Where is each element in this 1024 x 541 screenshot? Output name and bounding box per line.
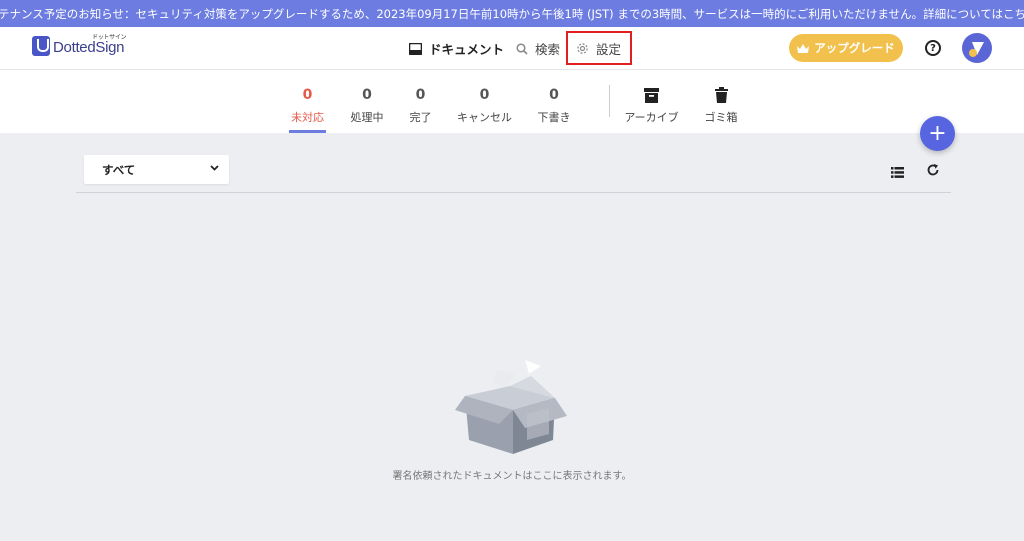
tab-drafts[interactable]: 0 下書き: [537, 70, 571, 133]
tab-archive[interactable]: アーカイブ: [624, 70, 679, 133]
logo-subtext: ドットサイン: [92, 35, 127, 41]
help-icon[interactable]: ?: [925, 40, 941, 56]
nav-search[interactable]: 検索: [516, 27, 560, 70]
tab-label: ゴミ箱: [704, 111, 738, 124]
tab-label: キャンセル: [457, 111, 512, 124]
tab-count: 0: [415, 87, 426, 103]
tab-label: 下書き: [537, 111, 571, 124]
tab-label: アーカイブ: [624, 111, 679, 124]
avatar-graphic-icon: [969, 42, 984, 57]
chevron-down-icon: [210, 161, 219, 174]
dottedsign-logo[interactable]: DottedSign ドットサイン: [32, 35, 127, 56]
settings-highlight-box: [566, 31, 632, 65]
search-icon: [516, 42, 528, 55]
empty-state-message: 署名依頼されたドキュメントはここに表示されます。: [392, 471, 632, 482]
filter-selected-value: すべて: [102, 162, 136, 177]
list-view-icon[interactable]: [891, 163, 904, 182]
logo-mark-icon: [32, 36, 50, 56]
logo-text: DottedSign ドットサイン: [53, 35, 127, 56]
nav-documents[interactable]: ドキュメント: [409, 27, 504, 70]
tab-count: 0: [302, 87, 313, 103]
filter-dropdown[interactable]: すべて: [84, 155, 229, 184]
tab-count: 0: [549, 87, 559, 103]
banner-text: メンテナンス予定のお知らせ：セキュリティ対策をアップグレードするため、2023年…: [0, 6, 1024, 21]
upgrade-button[interactable]: アップグレード: [789, 34, 903, 62]
tab-count: 0: [362, 87, 372, 103]
tab-trash[interactable]: ゴミ箱: [703, 70, 739, 133]
nav-documents-label: ドキュメント: [429, 42, 505, 57]
tab-label: 未対応: [291, 111, 324, 124]
inbox-icon: [409, 42, 422, 55]
top-header: DottedSign ドットサイン ドキュメント 検索 設定 アップグレード ?: [0, 27, 1024, 70]
avatar[interactable]: [962, 33, 992, 63]
tab-unhandled[interactable]: 0 未対応: [289, 70, 326, 133]
add-document-button[interactable]: +: [920, 116, 955, 151]
tab-completed[interactable]: 0 完了: [409, 70, 432, 133]
upgrade-label: アップグレード: [814, 41, 895, 55]
tab-in-progress[interactable]: 0 処理中: [350, 70, 384, 133]
toolbar-divider: [76, 192, 951, 193]
refresh-icon[interactable]: [926, 162, 940, 181]
crown-icon: [797, 43, 810, 53]
maintenance-banner[interactable]: メンテナンス予定のお知らせ：セキュリティ対策をアップグレードするため、2023年…: [0, 0, 1024, 27]
trash-icon: [714, 85, 728, 105]
tab-label: 処理中: [350, 111, 384, 124]
tab-divider: [609, 85, 610, 117]
plus-icon: +: [928, 121, 947, 146]
nav-search-label: 検索: [535, 42, 561, 57]
tab-label: 完了: [409, 111, 432, 124]
tab-count: 0: [479, 87, 490, 103]
archive-icon: [644, 85, 659, 105]
empty-box-illustration: [455, 358, 570, 462]
status-tabs: 0 未対応 0 処理中 0 完了 0 キャンセル 0 下書き アーカイブ ゴミ箱: [0, 70, 1024, 133]
tab-cancelled[interactable]: 0 キャンセル: [456, 70, 513, 133]
